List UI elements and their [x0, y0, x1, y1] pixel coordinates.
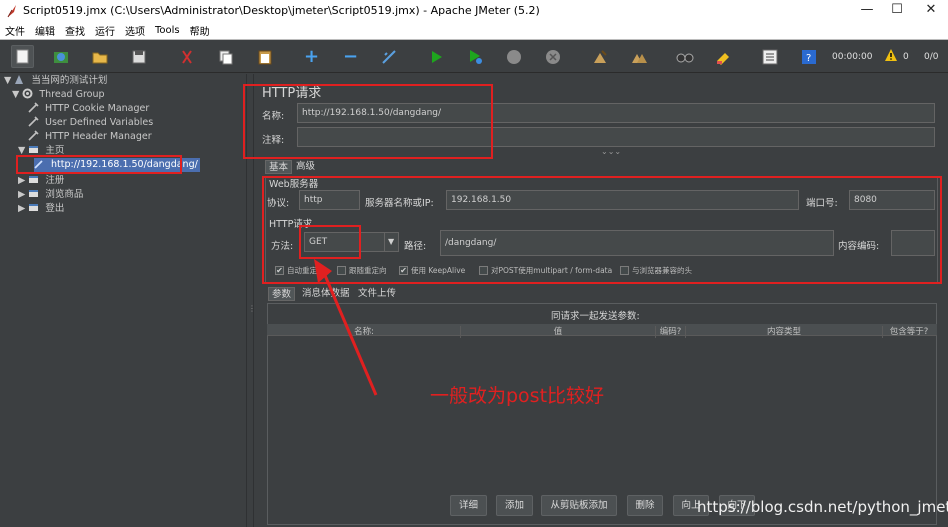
thread-count: 0/0 [924, 52, 939, 62]
search-icon[interactable] [673, 45, 696, 68]
clear-icon[interactable] [588, 45, 611, 68]
stop-icon[interactable] [502, 45, 525, 68]
warning-icon [884, 48, 898, 65]
wrench-icon [28, 116, 39, 127]
open-icon[interactable] [88, 45, 111, 68]
clear-all-icon[interactable] [627, 45, 650, 68]
cut-icon[interactable] [175, 45, 198, 68]
elapsed-timer: 00:00:00 [832, 52, 873, 62]
tab-parameters[interactable]: 参数 [268, 287, 296, 301]
collapse-arrow-icon[interactable]: ▼ [12, 89, 19, 100]
controller-icon [29, 146, 39, 153]
tree-node-thread-group[interactable]: ▼ Thread Group [12, 88, 105, 102]
start-icon[interactable] [424, 45, 447, 68]
reset-search-icon[interactable] [711, 45, 734, 68]
collapse-arrow-icon[interactable]: ▼ [4, 75, 11, 86]
annotation-box-sampler [16, 155, 182, 174]
new-icon[interactable] [11, 45, 34, 68]
menu-file[interactable]: 文件 [0, 23, 30, 38]
collapse-divider-icon[interactable]: ⌄⌄⌄ [601, 147, 621, 156]
controller-icon [29, 190, 39, 197]
templates-icon[interactable] [49, 45, 72, 68]
window-title: Script0519.jmx (C:\Users\Administrator\D… [23, 4, 540, 17]
menu-run[interactable]: 运行 [90, 23, 120, 38]
tree-node-cookie-manager[interactable]: HTTP Cookie Manager [28, 102, 149, 116]
toolbar: + − ? 00:00:00 0 0/0 [0, 40, 948, 73]
close-button[interactable]: ✕ [914, 0, 948, 21]
tree-node-user-defined-variables[interactable]: User Defined Variables [28, 116, 153, 130]
menu-tools[interactable]: Tools [150, 25, 185, 36]
expand-arrow-icon[interactable]: ▶ [18, 175, 25, 186]
expand-arrow-icon[interactable]: ▶ [18, 189, 25, 200]
annotation-box-method [299, 225, 361, 259]
expand-all-icon[interactable]: + [300, 45, 323, 68]
menu-bar: 文件 编辑 查找 运行 选项 Tools 帮助 [0, 21, 948, 40]
send-params-caption: 同请求一起发送参数: [551, 311, 640, 322]
controller-icon [29, 204, 39, 211]
tab-basic[interactable]: 基本 [265, 160, 293, 174]
column-header-encode[interactable]: 编码? [656, 326, 686, 338]
column-header-value[interactable]: 值 [461, 326, 656, 338]
menu-options[interactable]: 选项 [120, 23, 150, 38]
tab-advanced[interactable]: 高级 [293, 160, 318, 174]
copy-icon[interactable] [214, 45, 237, 68]
add-from-clipboard-button[interactable]: 从剪贴板添加 [541, 495, 617, 516]
minimize-button[interactable]: — [850, 0, 884, 21]
start-no-pause-icon[interactable] [463, 45, 486, 68]
window-titlebar: Script0519.jmx (C:\Users\Administrator\D… [0, 0, 948, 21]
function-helper-icon[interactable] [758, 45, 781, 68]
shutdown-icon[interactable] [541, 45, 564, 68]
menu-search[interactable]: 查找 [60, 23, 90, 38]
tree-node-logout[interactable]: ▶ 登出 [18, 202, 64, 216]
tree-node-register[interactable]: ▶ 注册 [18, 174, 64, 188]
annotation-text: 一般改为post比较好 [430, 385, 605, 407]
controller-icon [29, 176, 39, 183]
collapse-all-icon[interactable]: − [339, 45, 362, 68]
test-plan-tree: ▼ 当当网的测试计划 ▼ Thread Group HTTP Cookie Ma… [0, 74, 246, 527]
detail-button[interactable]: 详细 [450, 495, 487, 516]
wrench-icon [28, 102, 39, 113]
tree-node-header-manager[interactable]: HTTP Header Manager [28, 130, 152, 144]
test-plan-icon [15, 75, 24, 84]
column-header-content-type[interactable]: 内容类型 [686, 326, 883, 338]
annotation-box-name [243, 84, 493, 159]
menu-edit[interactable]: 编辑 [30, 23, 60, 38]
svg-text:?: ? [806, 53, 811, 64]
expand-arrow-icon[interactable]: ▶ [18, 203, 25, 214]
paste-icon[interactable] [253, 45, 276, 68]
tree-node-browse[interactable]: ▶ 浏览商品 [18, 188, 83, 202]
tree-node-test-plan[interactable]: ▼ 当当网的测试计划 [4, 74, 107, 88]
maximize-button[interactable]: ☐ [880, 0, 914, 21]
column-header-include-equals[interactable]: 包含等于? [883, 326, 935, 338]
gear-icon [22, 88, 33, 99]
add-button[interactable]: 添加 [496, 495, 533, 516]
toggle-icon[interactable] [377, 45, 400, 68]
help-icon[interactable]: ? [797, 45, 820, 68]
warning-count: 0 [903, 52, 909, 62]
wrench-icon [28, 130, 39, 141]
watermark: https://blog.csdn.net/python_jmeter [697, 498, 948, 516]
annotation-arrow-icon [314, 259, 378, 396]
delete-button[interactable]: 删除 [627, 495, 663, 516]
menu-help[interactable]: 帮助 [185, 23, 215, 38]
jmeter-feather-icon [7, 4, 16, 17]
save-icon[interactable] [127, 45, 150, 68]
